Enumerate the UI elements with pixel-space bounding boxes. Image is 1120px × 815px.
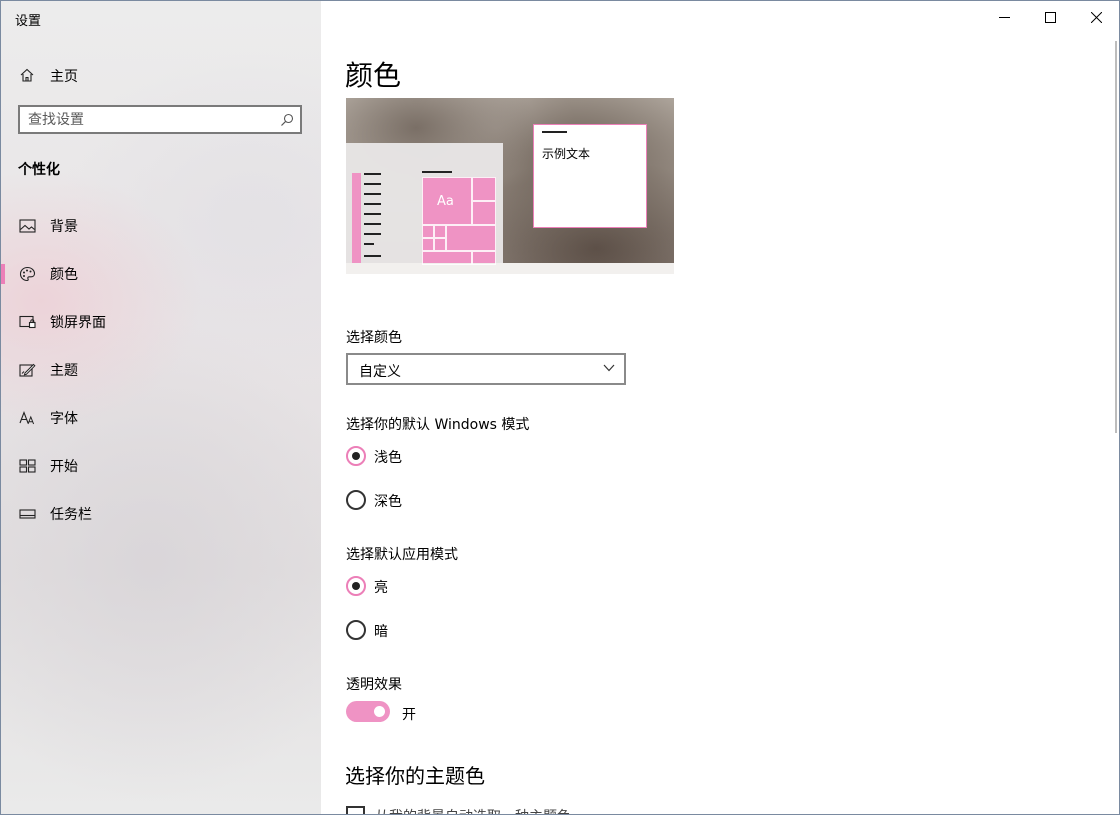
sidebar-item-label: 颜色 (50, 267, 78, 283)
preview-tile (434, 225, 446, 238)
radio-indicator-checked[interactable] (346, 576, 366, 596)
start-icon (19, 459, 36, 473)
preview-accent-strip (352, 173, 361, 263)
app-mode-label: 选择默认应用模式 (346, 547, 458, 563)
taskbar-icon (19, 509, 36, 519)
sidebar-home[interactable]: 主页 (1, 59, 321, 91)
preview-list-line (364, 193, 381, 195)
preview-tile (422, 238, 434, 251)
preview-header-rule (422, 171, 452, 173)
sidebar-item-label: 主题 (50, 363, 78, 379)
close-button[interactable] (1073, 1, 1119, 33)
app-mode-dark-radio[interactable]: 暗 (346, 618, 546, 642)
home-label: 主页 (50, 69, 78, 85)
search-input[interactable] (28, 110, 268, 129)
color-preview: Aa 示例文本 (346, 98, 674, 274)
preview-list-line (364, 183, 381, 185)
preview-list-line (364, 255, 381, 257)
preview-tile (446, 225, 496, 251)
search-icon[interactable] (280, 113, 294, 127)
preview-tile (472, 201, 496, 225)
transparency-state-label: 开 (402, 707, 416, 723)
transparency-label: 透明效果 (346, 677, 402, 693)
preview-bottom-edge (346, 263, 674, 274)
radio-label: 浅色 (374, 450, 402, 466)
home-icon (20, 68, 34, 82)
preview-start-menu: Aa (346, 143, 503, 265)
windows-mode-light-radio[interactable]: 浅色 (346, 444, 546, 468)
preview-list-line (364, 213, 381, 215)
chevron-down-icon (603, 364, 615, 372)
sidebar: 设置 主页 个性化 背景 (1, 1, 321, 814)
sidebar-item-start[interactable]: 开始 (1, 446, 321, 486)
preview-sample-text: 示例文本 (542, 147, 591, 161)
preview-tile-group (422, 177, 496, 265)
choose-color-value: 自定义 (359, 364, 401, 380)
preview-tile (422, 251, 472, 265)
sidebar-item-label: 开始 (50, 459, 78, 475)
sidebar-item-themes[interactable]: 主题 (1, 350, 321, 390)
close-icon (1090, 11, 1102, 23)
minimize-button[interactable] (981, 1, 1027, 33)
picture-icon (19, 219, 36, 233)
lock-screen-icon (19, 315, 36, 329)
scrollbar-thumb[interactable] (1115, 41, 1117, 433)
sidebar-item-background[interactable]: 背景 (1, 206, 321, 246)
font-icon (19, 410, 35, 425)
preview-tile-text: Aa (437, 194, 454, 209)
maximize-button[interactable] (1027, 1, 1073, 33)
accent-color-heading: 选择你的主题色 (345, 764, 485, 788)
sidebar-item-label: 字体 (50, 411, 78, 427)
sidebar-item-taskbar[interactable]: 任务栏 (1, 494, 321, 534)
preview-window-rule (542, 131, 567, 133)
preview-list-line (364, 243, 374, 245)
choose-color-label: 选择颜色 (346, 330, 402, 346)
sidebar-item-lock-screen[interactable]: 锁屏界面 (1, 302, 321, 342)
settings-window: 设置 主页 个性化 背景 (0, 0, 1120, 815)
palette-icon (19, 266, 36, 282)
toggle-knob (374, 706, 385, 717)
sidebar-item-label: 任务栏 (50, 507, 92, 523)
theme-icon (19, 363, 36, 377)
preview-tile (422, 225, 434, 238)
app-mode-light-radio[interactable]: 亮 (346, 574, 546, 598)
preview-tile (434, 238, 446, 251)
preview-tile (472, 251, 496, 265)
radio-label: 暗 (374, 624, 388, 640)
minimize-icon (998, 16, 1010, 18)
preview-list-line (364, 173, 381, 175)
radio-indicator-checked[interactable] (346, 446, 366, 466)
transparency-toggle[interactable] (346, 701, 390, 722)
section-heading: 个性化 (18, 162, 60, 178)
preview-sample-window: 示例文本 (533, 124, 647, 228)
preview-tile (472, 177, 496, 201)
sidebar-item-label: 锁屏界面 (50, 315, 106, 331)
preview-list-line (364, 203, 381, 205)
auto-accent-checkbox[interactable] (346, 806, 365, 814)
sidebar-item-label: 背景 (50, 219, 78, 235)
page-title: 颜色 (345, 59, 402, 92)
maximize-icon (1044, 11, 1056, 23)
radio-indicator[interactable] (346, 490, 366, 510)
preview-list-line (364, 223, 381, 225)
windows-mode-dark-radio[interactable]: 深色 (346, 488, 546, 512)
sidebar-item-fonts[interactable]: 字体 (1, 398, 321, 438)
radio-indicator[interactable] (346, 620, 366, 640)
auto-accent-checkbox-label: 从我的背景自动选取一种主题色 (375, 806, 571, 814)
radio-label: 亮 (374, 580, 388, 596)
sidebar-item-colors[interactable]: 颜色 (1, 254, 321, 294)
search-box[interactable] (18, 105, 302, 134)
windows-mode-label: 选择你的默认 Windows 模式 (346, 417, 530, 433)
radio-label: 深色 (374, 494, 402, 510)
choose-color-dropdown[interactable]: 自定义 (346, 353, 626, 385)
app-title: 设置 (15, 14, 42, 29)
preview-list-line (364, 233, 381, 235)
